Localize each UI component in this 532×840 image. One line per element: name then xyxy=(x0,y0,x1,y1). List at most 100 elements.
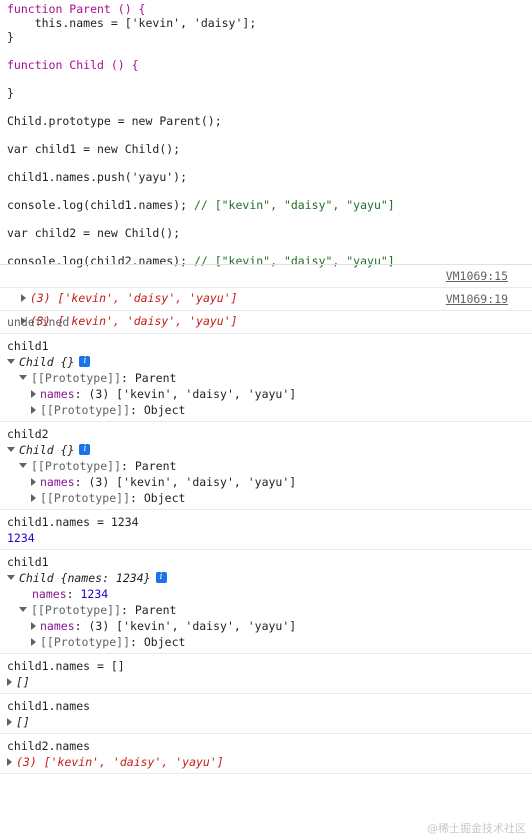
result-text: (3) ['kevin', 'daisy', 'yayu'] xyxy=(16,755,224,769)
prototype-value: Object xyxy=(143,403,186,417)
prototype-row[interactable]: [[Prototype]]: Object xyxy=(0,634,532,650)
prototype-key: [[Prototype]] xyxy=(40,403,131,417)
collapse-arrow-icon[interactable] xyxy=(19,375,27,380)
watermark: @稀土掘金技术社区 xyxy=(427,822,526,835)
property-value: (3) ['kevin', 'daisy', 'yayu'] xyxy=(88,387,297,401)
property-row: names: 1234 xyxy=(32,587,109,601)
console-result[interactable]: (3) ['kevin', 'daisy', 'yayu'] xyxy=(0,754,532,770)
code-line: } xyxy=(0,86,532,100)
property-key: names xyxy=(32,587,67,601)
property-row[interactable]: names: (3) ['kevin', 'daisy', 'yayu'] xyxy=(0,618,532,634)
collapse-arrow-icon[interactable] xyxy=(19,607,27,612)
console-command: child1.names = 1234 xyxy=(0,514,532,530)
code-line: child1.names.push('yayu'); xyxy=(0,170,532,184)
code-text: } xyxy=(7,30,14,44)
expand-arrow-icon[interactable] xyxy=(31,389,36,398)
console-command: child1.names xyxy=(7,699,91,713)
console-log-row[interactable]: (3) ['kevin', 'daisy', 'yayu'] VM1069:15 xyxy=(0,264,532,305)
console-entry: child1.names [] xyxy=(0,693,532,733)
source-link[interactable]: VM1069:19 xyxy=(446,288,508,310)
info-icon[interactable]: i xyxy=(155,572,167,583)
code-comment: // ["kevin", "daisy", "yayu"] xyxy=(187,198,395,212)
object-preview: Child {} xyxy=(19,355,75,369)
console-entry: child1.names = [] [] xyxy=(0,653,532,693)
property-key: names xyxy=(40,387,75,401)
property-row[interactable]: names: (3) ['kevin', 'daisy', 'yayu'] xyxy=(0,386,532,402)
console-command: child1 xyxy=(7,339,49,353)
code-line: console.log(child2.names); // ["kevin", … xyxy=(0,254,532,268)
expand-arrow-icon[interactable] xyxy=(31,405,36,414)
prototype-row[interactable]: [[Prototype]]: Object xyxy=(0,490,532,506)
console-command: child1.names = [] xyxy=(7,659,125,673)
object-row[interactable]: Child {names: 1234} i xyxy=(0,570,532,586)
console-command: child2.names xyxy=(7,739,91,753)
property-key: names xyxy=(40,619,75,633)
collapse-arrow-icon[interactable] xyxy=(7,447,15,452)
prototype-value: Parent xyxy=(134,603,177,617)
code-line: console.log(child1.names); // ["kevin", … xyxy=(0,198,532,212)
property-value: (3) ['kevin', 'daisy', 'yayu'] xyxy=(88,475,297,489)
property-value: 1234 xyxy=(80,587,109,601)
console-result[interactable]: [] xyxy=(0,714,532,730)
result-text: [] xyxy=(16,715,30,729)
console-command: child1 xyxy=(7,555,49,569)
collapse-arrow-icon[interactable] xyxy=(7,359,15,364)
code-text: Child.prototype = new Parent(); xyxy=(7,114,222,128)
console-log-row[interactable]: (3) ['kevin', 'daisy', 'yayu'] VM1069:19 xyxy=(0,287,532,328)
expand-arrow-icon[interactable] xyxy=(31,493,36,502)
collapse-arrow-icon[interactable] xyxy=(7,575,15,580)
code-text: this.names = ['kevin', 'daisy']; xyxy=(7,16,257,30)
source-link[interactable]: VM1069:15 xyxy=(446,265,508,287)
command-text: child1.names = 1234 xyxy=(7,515,139,529)
expand-arrow-icon[interactable] xyxy=(31,477,36,486)
prototype-value: Object xyxy=(143,491,186,505)
prototype-value: Object xyxy=(143,635,186,649)
property-row[interactable]: names: (3) ['kevin', 'daisy', 'yayu'] xyxy=(0,474,532,490)
console-result-undefined: undefined xyxy=(0,310,532,333)
code-line: function Parent () { xyxy=(0,2,532,16)
object-row[interactable]: Child {} i xyxy=(0,354,532,370)
property-value: (3) ['kevin', 'daisy', 'yayu'] xyxy=(88,619,297,633)
code-line: var child2 = new Child(); xyxy=(0,226,532,240)
code-line: Child.prototype = new Parent(); xyxy=(0,114,532,128)
object-preview: Child {} xyxy=(19,443,75,457)
object-preview: Child {names: 1234} xyxy=(19,571,151,585)
result-text: undefined xyxy=(7,315,70,329)
prototype-key: [[Prototype]] xyxy=(31,371,122,385)
code-line: this.names = ['kevin', 'daisy']; xyxy=(0,16,532,30)
prototype-value: Parent xyxy=(134,371,177,385)
expand-arrow-icon[interactable] xyxy=(31,637,36,646)
code-text: function Child () { xyxy=(7,58,139,72)
expand-arrow-icon[interactable] xyxy=(31,621,36,630)
info-icon[interactable]: i xyxy=(79,444,91,455)
prototype-key: [[Prototype]] xyxy=(31,603,122,617)
console-entry: child1.names = 1234 1234 xyxy=(0,509,532,549)
result-text: [] xyxy=(16,675,30,689)
collapse-arrow-icon[interactable] xyxy=(19,463,27,468)
prototype-row[interactable]: [[Prototype]]: Parent xyxy=(0,370,532,386)
prototype-value: Parent xyxy=(134,459,177,473)
console-entry: child2.names (3) ['kevin', 'daisy', 'yay… xyxy=(0,733,532,774)
prototype-row[interactable]: [[Prototype]]: Parent xyxy=(0,602,532,618)
property-key: names xyxy=(40,475,75,489)
code-text: function Parent () { xyxy=(7,2,146,16)
prototype-row[interactable]: [[Prototype]]: Parent xyxy=(0,458,532,474)
console-entry: child2 Child {} i [[Prototype]]: Parent n… xyxy=(0,421,532,509)
console-entry: child1 Child {names: 1234} i names: 1234 … xyxy=(0,549,532,653)
info-icon[interactable]: i xyxy=(79,356,91,367)
prototype-key: [[Prototype]] xyxy=(40,635,131,649)
code-text: var child1 = new Child(); xyxy=(7,142,181,156)
console-result: 1234 xyxy=(7,531,35,545)
expand-arrow-icon[interactable] xyxy=(7,717,12,726)
code-text: console.log(child1.names); xyxy=(7,198,188,212)
prototype-row[interactable]: [[Prototype]]: Object xyxy=(0,402,532,418)
code-text: child1.names.push('yayu'); xyxy=(7,170,188,184)
object-row[interactable]: Child {} i xyxy=(0,442,532,458)
code-snippet: function Parent () { this.names = ['kevi… xyxy=(0,0,532,268)
expand-arrow-icon[interactable] xyxy=(7,677,12,686)
code-line: } xyxy=(0,30,532,44)
expand-arrow-icon[interactable] xyxy=(7,757,12,766)
console-entry: child1 Child {} i [[Prototype]]: Parent n… xyxy=(0,333,532,421)
console-result[interactable]: [] xyxy=(0,674,532,690)
code-line: var child1 = new Child(); xyxy=(0,142,532,156)
